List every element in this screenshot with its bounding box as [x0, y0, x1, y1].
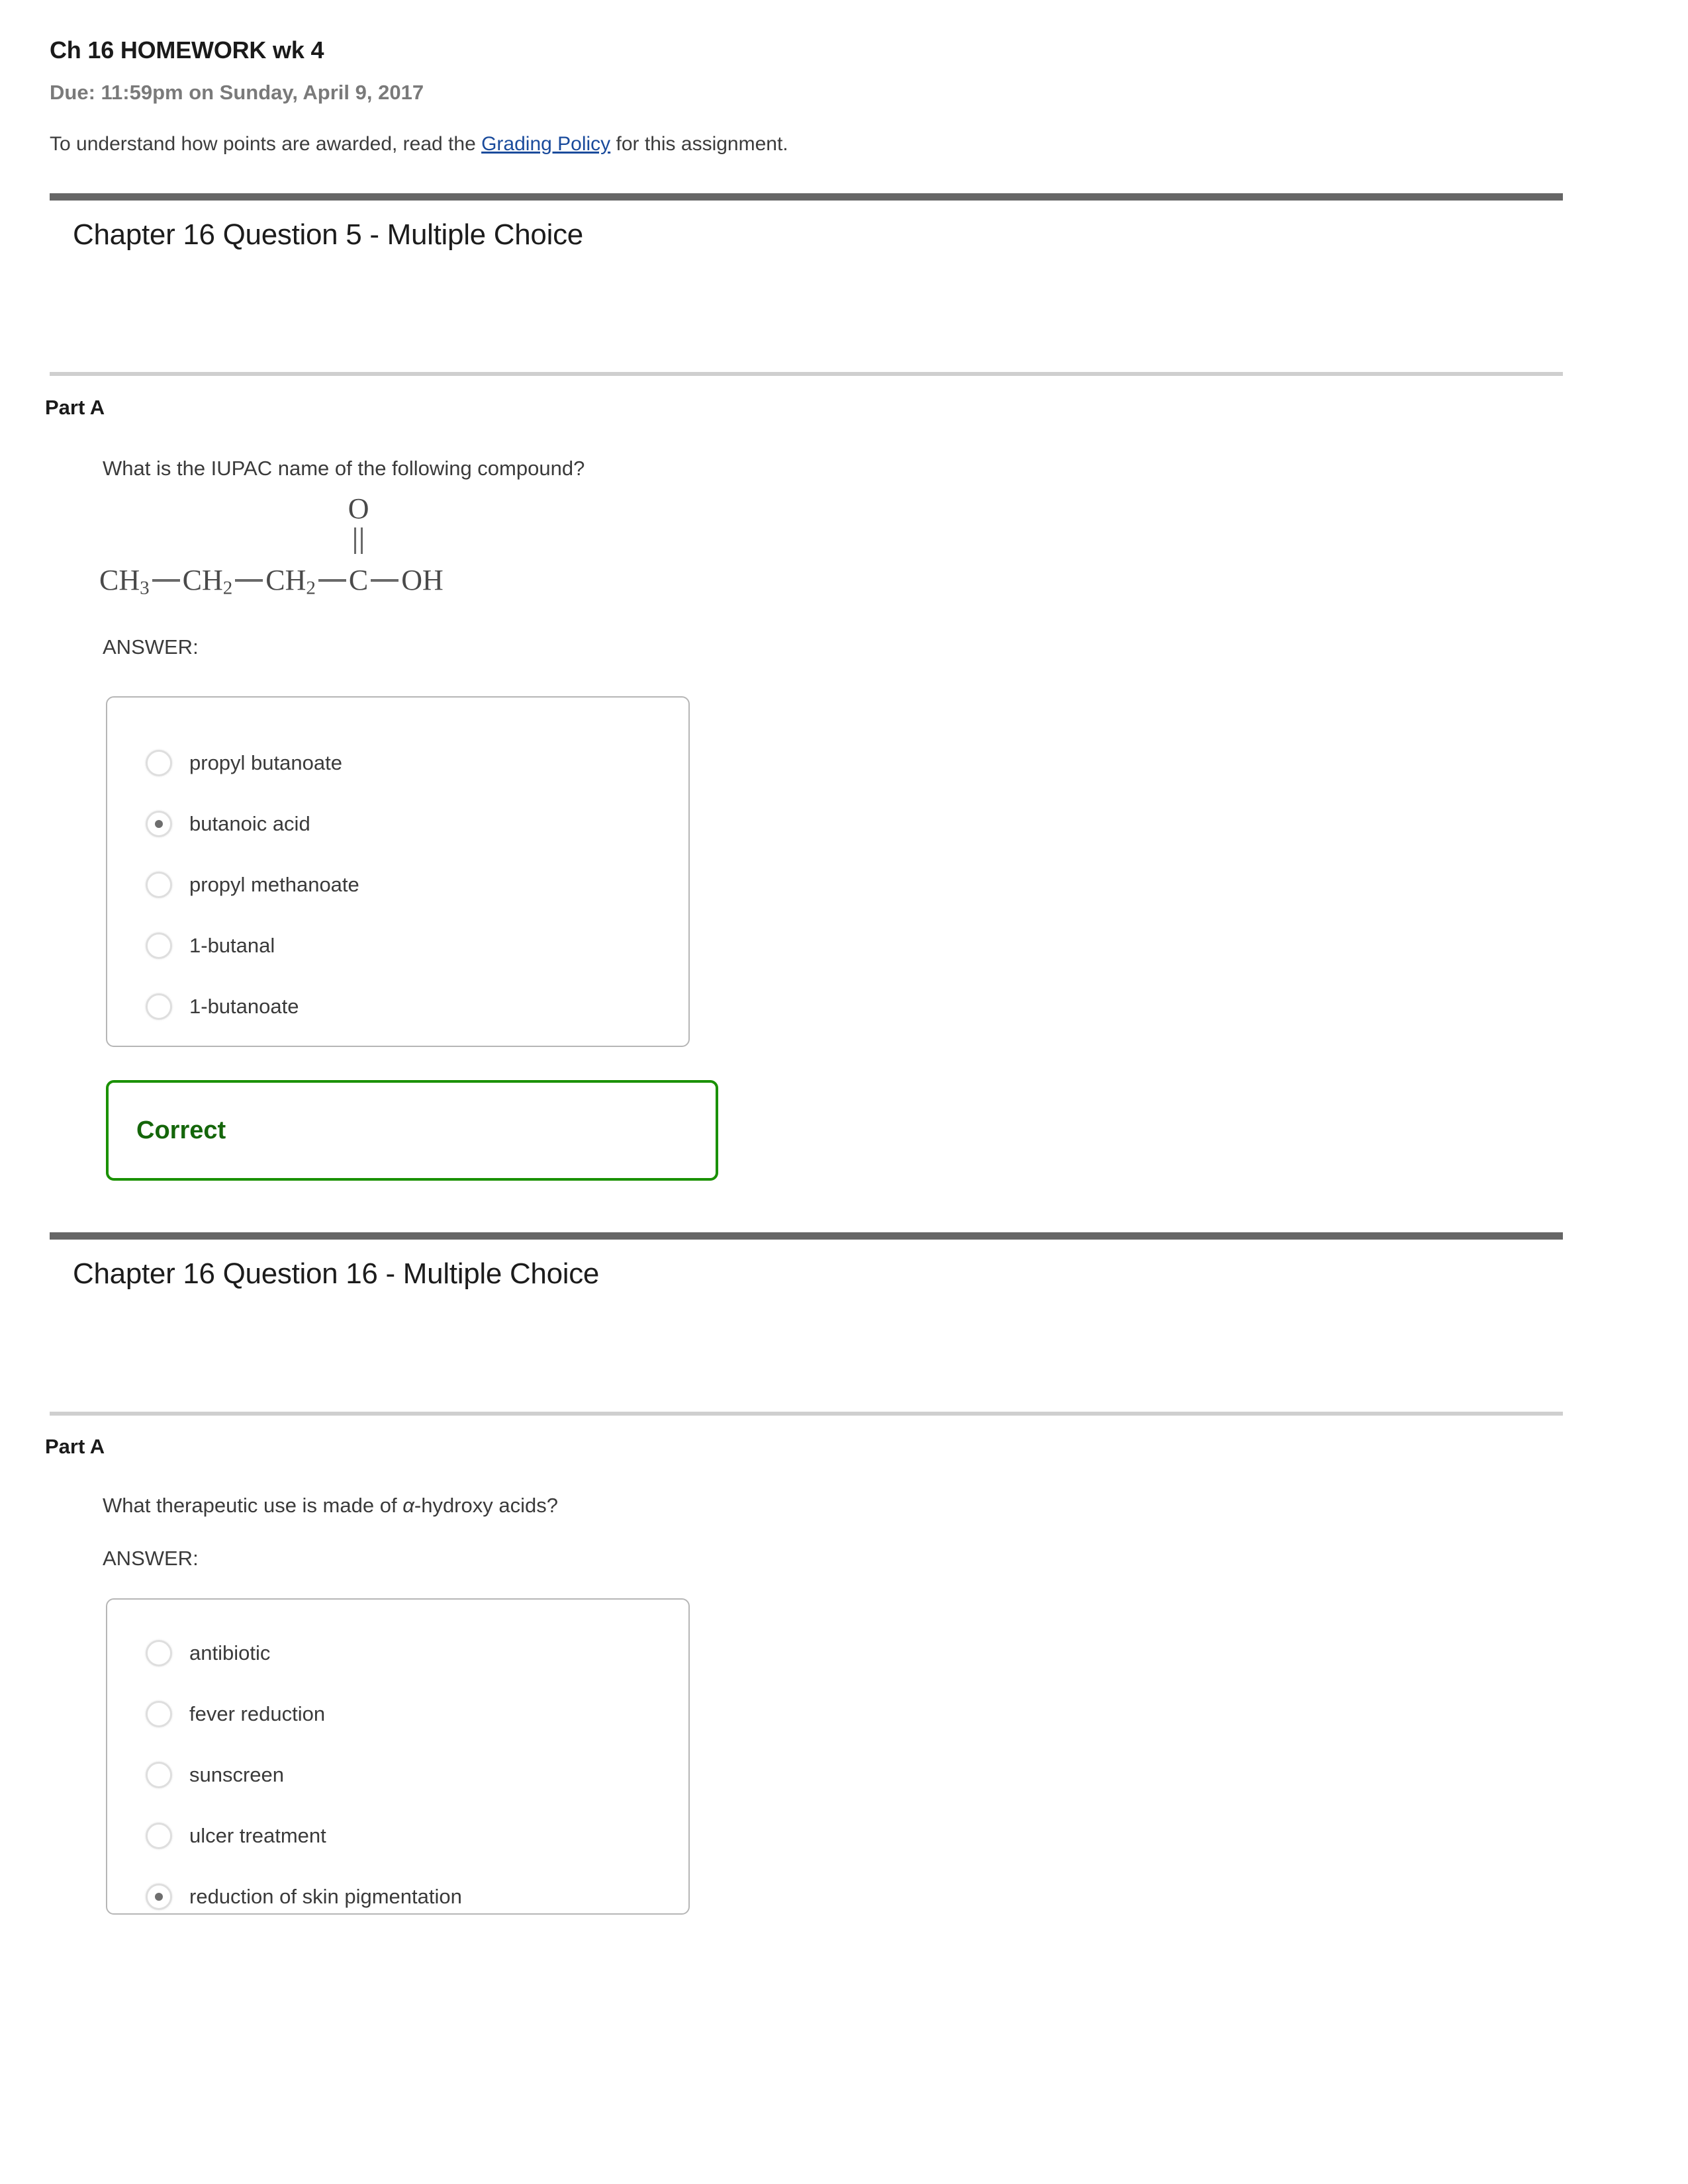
choice-label: propyl butanoate — [189, 751, 342, 774]
question-2-choice-4[interactable]: reduction of skin pigmentation — [107, 1882, 462, 1912]
chem-double-bond-icon — [353, 527, 364, 554]
choice-label: 1-butanoate — [189, 995, 299, 1018]
chem-subscript: 2 — [306, 577, 316, 599]
question-1-top-rule — [50, 193, 1563, 201]
question-2-part-label: Part A — [45, 1435, 105, 1458]
chem-ch: CH — [265, 564, 306, 596]
homework-page: Ch 16 HOMEWORK wk 4 Due: 11:59pm on Sund… — [0, 0, 1688, 2184]
chem-group-ch3: CH3 — [99, 564, 150, 599]
question-2-choice-0[interactable]: antibiotic — [107, 1638, 270, 1668]
chem-ch: CH — [99, 564, 140, 596]
prompt-text-before: What therapeutic use is made of — [103, 1494, 403, 1517]
radio-unchecked-icon[interactable] — [146, 1640, 172, 1666]
chem-group-ch2-b: CH2 — [265, 564, 316, 599]
question-1-choice-3[interactable]: 1-butanal — [107, 931, 275, 961]
assignment-title: Ch 16 HOMEWORK wk 4 — [50, 36, 324, 64]
chem-subscript: 2 — [222, 577, 233, 599]
grading-policy-sentence: To understand how points are awarded, re… — [50, 131, 1566, 157]
chem-bond-icon — [318, 578, 346, 582]
question-1-part-label: Part A — [45, 396, 105, 419]
choice-label: antibiotic — [189, 1641, 271, 1664]
chem-bond-icon — [152, 578, 180, 582]
alpha-symbol: α — [402, 1494, 414, 1517]
question-1-answer-label: ANSWER: — [103, 635, 199, 659]
radio-unchecked-icon[interactable] — [146, 1701, 172, 1727]
radio-unchecked-icon[interactable] — [146, 750, 172, 776]
chem-ch: CH — [182, 564, 223, 596]
chem-group-ch2-a: CH2 — [182, 564, 233, 599]
radio-unchecked-icon[interactable] — [146, 1762, 172, 1788]
question-1-feedback-text: Correct — [136, 1116, 226, 1144]
question-2-title: Chapter 16 Question 16 - Multiple Choice — [73, 1257, 600, 1290]
chem-c: C — [348, 564, 369, 596]
chem-bond-icon — [371, 578, 399, 582]
chem-bond-icon — [235, 578, 263, 582]
question-1-title: Chapter 16 Question 5 - Multiple Choice — [73, 218, 583, 251]
choice-label: propyl methanoate — [189, 873, 359, 896]
question-2-choice-2[interactable]: sunscreen — [107, 1760, 284, 1790]
grading-policy-link[interactable]: Grading Policy — [481, 133, 610, 155]
choice-label: reduction of skin pigmentation — [189, 1885, 462, 1908]
choice-label: butanoic acid — [189, 812, 310, 835]
prompt-text-after: -hydroxy acids? — [414, 1494, 558, 1517]
radio-checked-icon[interactable] — [146, 1884, 172, 1910]
question-1-choice-0[interactable]: propyl butanoate — [107, 748, 342, 778]
question-2-choice-1[interactable]: fever reduction — [107, 1699, 325, 1729]
assignment-header: Ch 16 HOMEWORK wk 4 Due: 11:59pm on Sund… — [50, 36, 1566, 157]
question-1-choice-4[interactable]: 1-butanoate — [107, 991, 299, 1022]
choice-label: fever reduction — [189, 1702, 326, 1725]
question-2-answer-label: ANSWER: — [103, 1547, 199, 1570]
question-1-feedback-box: Correct — [106, 1080, 718, 1181]
chem-subscript: 3 — [140, 577, 150, 599]
chem-hydroxyl: OH — [401, 564, 444, 596]
question-2-choice-box: antibiotic fever reduction sunscreen ulc… — [106, 1598, 690, 1915]
policy-text-suffix: for this assignment. — [610, 133, 788, 156]
chemical-structure-butanoic-acid: CH3 CH2 CH2 O C OH — [99, 494, 444, 599]
radio-unchecked-icon[interactable] — [146, 993, 172, 1020]
question-1-choice-box: propyl butanoate butanoic acid propyl me… — [106, 696, 690, 1047]
question-2-part-rule — [50, 1412, 1563, 1416]
radio-unchecked-icon[interactable] — [146, 933, 172, 959]
question-2-top-rule — [50, 1232, 1563, 1240]
chem-carbonyl-carbon: OC — [348, 494, 369, 596]
chem-carbonyl-oxygen: O — [348, 492, 369, 525]
choice-label: ulcer treatment — [189, 1824, 326, 1847]
radio-unchecked-icon[interactable] — [146, 872, 172, 898]
question-1-choice-2[interactable]: propyl methanoate — [107, 870, 359, 900]
choice-label: sunscreen — [189, 1763, 285, 1786]
question-2-prompt: What therapeutic use is made of α-hydrox… — [103, 1492, 558, 1519]
policy-text-prefix: To understand how points are awarded, re… — [50, 133, 482, 156]
question-1-choice-1[interactable]: butanoic acid — [107, 809, 310, 839]
choice-label: 1-butanal — [189, 934, 275, 957]
radio-checked-icon[interactable] — [146, 811, 172, 837]
assignment-due-date: Due: 11:59pm on Sunday, April 9, 2017 — [50, 81, 424, 105]
question-1-part-rule — [50, 372, 1563, 376]
question-2-choice-3[interactable]: ulcer treatment — [107, 1821, 326, 1851]
radio-unchecked-icon[interactable] — [146, 1823, 172, 1849]
question-1-prompt: What is the IUPAC name of the following … — [103, 457, 585, 480]
